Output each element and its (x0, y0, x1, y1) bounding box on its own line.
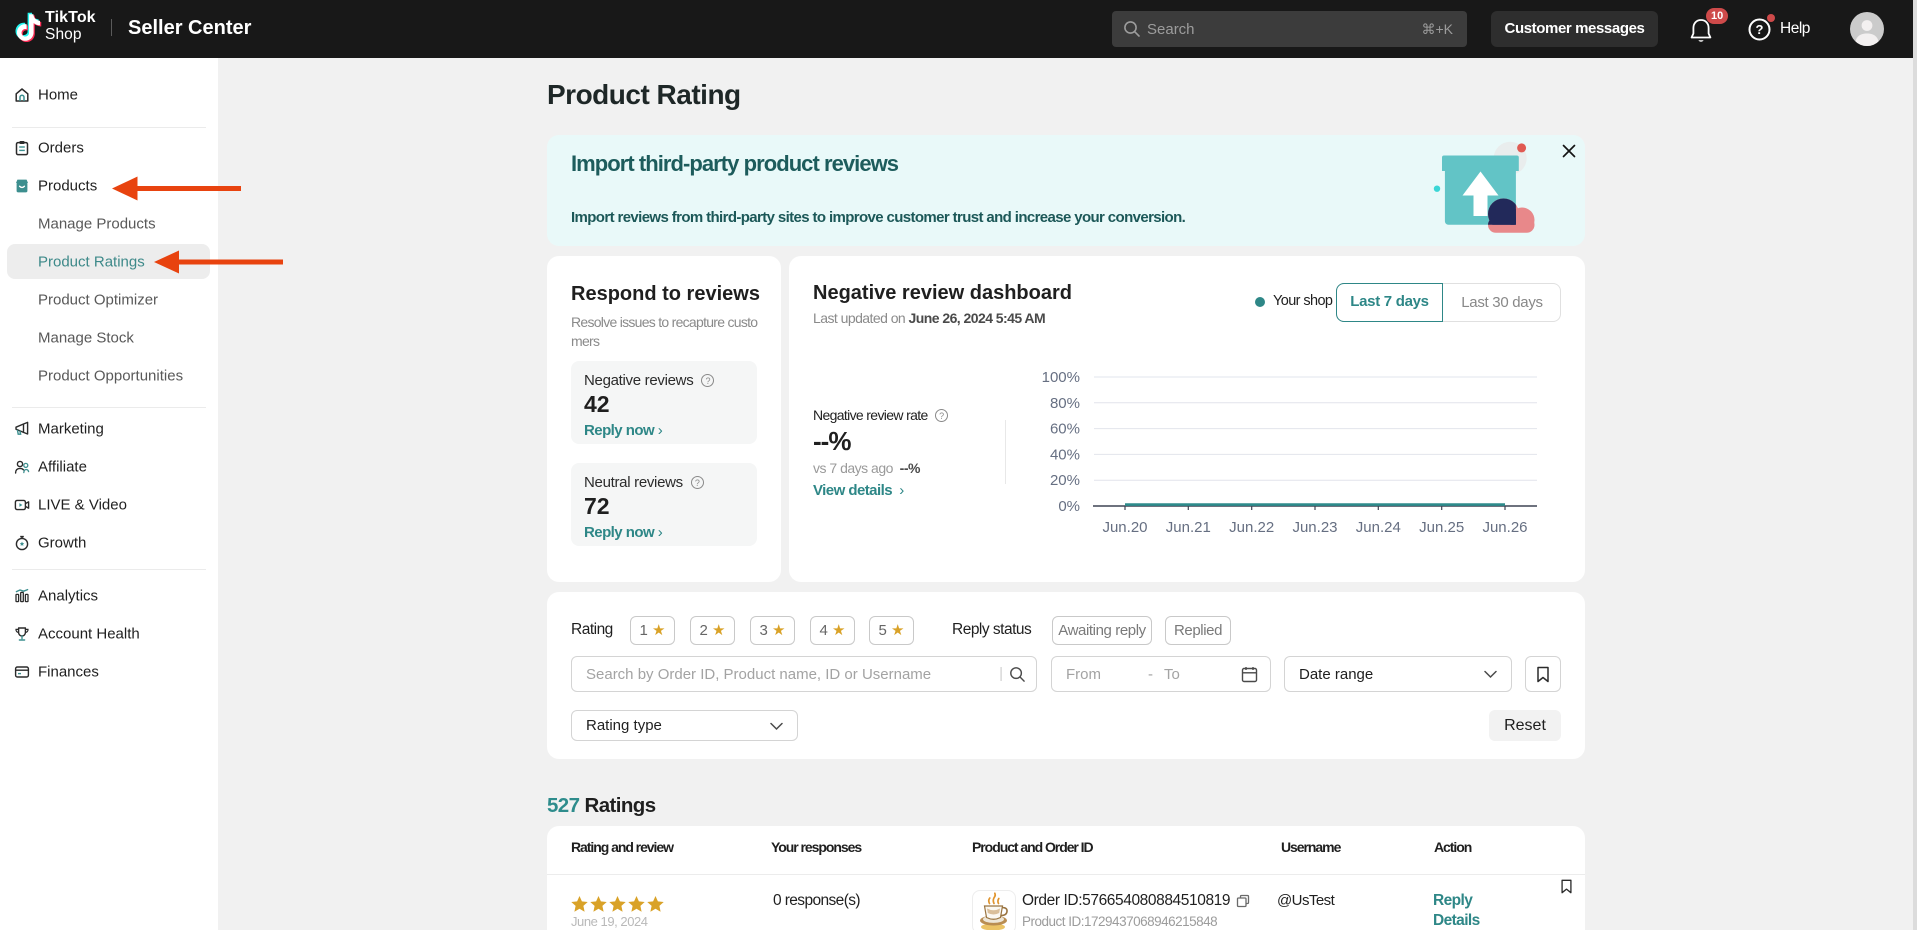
svg-text:40%: 40% (1050, 446, 1080, 463)
svg-text:60%: 60% (1050, 421, 1080, 438)
svg-text:Jun.24: Jun.24 (1356, 519, 1401, 536)
svg-text:20%: 20% (1050, 472, 1080, 489)
svg-text:0%: 0% (1058, 498, 1080, 515)
svg-text:80%: 80% (1050, 395, 1080, 412)
svg-text:Jun.25: Jun.25 (1419, 519, 1464, 536)
svg-text:Jun.21: Jun.21 (1166, 519, 1211, 536)
svg-text:?: ? (1756, 22, 1764, 37)
svg-text:100%: 100% (1042, 369, 1080, 386)
svg-text:Jun.23: Jun.23 (1292, 519, 1337, 536)
svg-text:Jun.22: Jun.22 (1229, 519, 1274, 536)
svg-text:Jun.26: Jun.26 (1482, 519, 1527, 536)
svg-text:Jun.20: Jun.20 (1102, 519, 1147, 536)
